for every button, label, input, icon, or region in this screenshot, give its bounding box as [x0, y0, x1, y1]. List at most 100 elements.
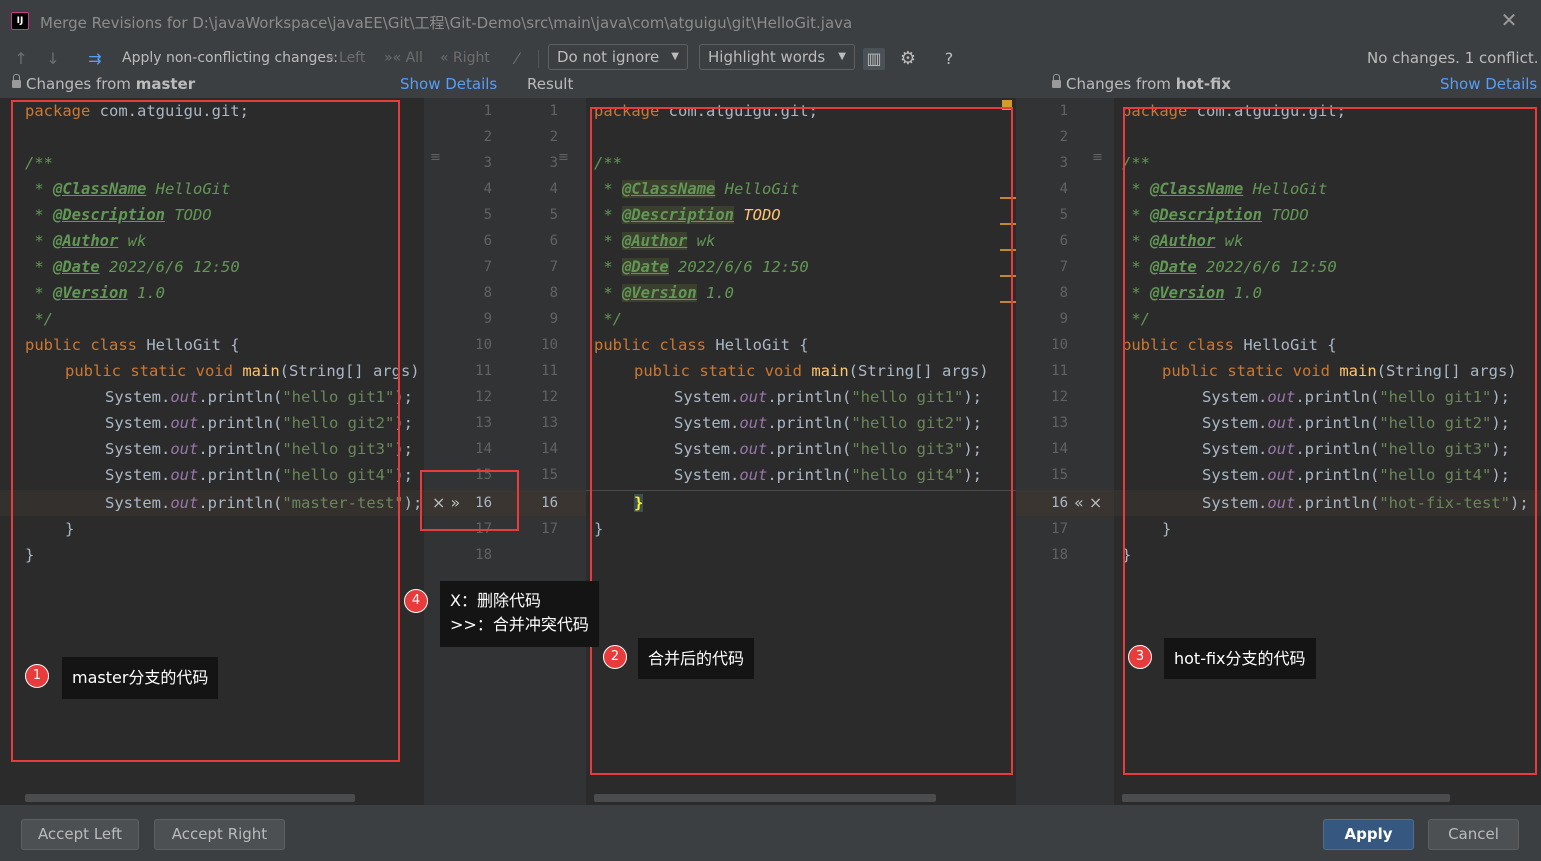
- accept-right-button[interactable]: Accept Right: [154, 819, 285, 850]
- line-number: 15: [1051, 467, 1068, 483]
- bottom-bar: Accept Left Accept Right Apply Cancel: [0, 805, 1541, 861]
- close-icon[interactable]: ✕: [1497, 8, 1521, 32]
- right-gutter: 1 2 3 4 5 6 7 8 9 10 11 12 13 14 15 16 17 18 ≡ « ×: [1016, 98, 1114, 805]
- line-number: 3: [549, 155, 558, 171]
- accept-left-button[interactable]: Accept Left: [21, 819, 139, 850]
- annotation-badge: 3: [1128, 645, 1152, 669]
- line-number: 10: [541, 337, 558, 353]
- line-number: 12: [475, 389, 492, 405]
- line-number: 10: [475, 337, 492, 353]
- apply-right-button[interactable]: « Right: [440, 44, 490, 73]
- next-difference-icon[interactable]: ↓: [42, 48, 64, 70]
- line-number: 9: [1059, 311, 1068, 327]
- line-number: 14: [1051, 441, 1068, 457]
- left-pane-title: Changes from master: [12, 73, 195, 98]
- conflict-action-icons[interactable]: « ×: [1074, 490, 1102, 516]
- cancel-button[interactable]: Cancel: [1428, 819, 1519, 850]
- line-number: 12: [541, 389, 558, 405]
- line-number: 4: [1059, 181, 1068, 197]
- result-pane-title: Result: [527, 75, 574, 93]
- line-number: 8: [549, 285, 558, 301]
- line-number: 7: [1059, 259, 1068, 275]
- line-number: 3: [1059, 155, 1068, 171]
- annotation-label-result: 合并后的代码: [638, 638, 755, 679]
- pane-headers: Changes from master Show Details Result …: [0, 73, 1541, 98]
- line-number: 14: [475, 441, 492, 457]
- line-number: 16: [1051, 495, 1068, 511]
- annotation-label-master: master分支的代码: [62, 657, 219, 699]
- previous-difference-icon[interactable]: ↑: [10, 48, 32, 70]
- line-number: 13: [475, 415, 492, 431]
- line-number: 4: [549, 181, 558, 197]
- apply-button[interactable]: Apply: [1323, 819, 1414, 850]
- help-icon[interactable]: ?: [938, 48, 960, 70]
- apply-all-button[interactable]: »« All: [384, 44, 423, 73]
- line-number: 8: [1059, 285, 1068, 301]
- lock-icon: [12, 74, 21, 88]
- result-horizontal-scrollbar[interactable]: [594, 794, 936, 802]
- line-number: 6: [1059, 233, 1068, 249]
- annotation-badge: 2: [603, 645, 627, 669]
- line-number: 11: [475, 363, 492, 379]
- title-bar: IJ Merge Revisions for D:\javaWorkspace\…: [0, 0, 1541, 44]
- line-number: 2: [483, 129, 492, 145]
- dropdown-arrow-icon: ▼: [671, 51, 679, 62]
- left-horizontal-scrollbar[interactable]: [25, 794, 355, 802]
- line-number: 1: [1059, 103, 1068, 119]
- fold-icon[interactable]: ≡: [1092, 150, 1103, 165]
- line-number: 4: [483, 181, 492, 197]
- annotation-badge: 1: [25, 664, 49, 688]
- line-number: 18: [475, 547, 492, 563]
- fold-icon[interactable]: ≡: [558, 150, 569, 165]
- line-number: 11: [541, 363, 558, 379]
- line-number: 6: [483, 233, 492, 249]
- apply-left-button[interactable]: » Left: [326, 44, 365, 73]
- synchronize-scrolling-icon[interactable]: ▥: [863, 48, 885, 70]
- apply-non-conflicting-label: Apply non-conflicting changes:: [122, 50, 339, 66]
- line-number: 12: [1051, 389, 1068, 405]
- line-number: 9: [483, 311, 492, 327]
- right-show-details-link[interactable]: Show Details: [1440, 73, 1537, 98]
- line-number: 2: [549, 129, 558, 145]
- line-number: 16: [541, 495, 558, 511]
- ignore-whitespace-select[interactable]: Do not ignore ▼: [548, 44, 688, 70]
- line-number: 13: [541, 415, 558, 431]
- window-title: Merge Revisions for D:\javaWorkspace\jav…: [40, 14, 853, 32]
- fold-icon[interactable]: ≡: [430, 150, 441, 165]
- line-number: 14: [541, 441, 558, 457]
- line-number: 1: [549, 103, 558, 119]
- line-number: 17: [1051, 521, 1068, 537]
- right-horizontal-scrollbar[interactable]: [1122, 794, 1450, 802]
- left-gutter: ≡ 1 2 3 4 5 6 7 8 9 10 11 12 13 14 15 16 17 18 × »: [424, 98, 528, 805]
- toolbar: ↑ ↓ ⇉ Apply non-conflicting changes: » L…: [0, 44, 1541, 73]
- double-chevron-left-icon: «: [440, 50, 454, 66]
- right-pane-title: Changes from hot-fix: [1052, 73, 1231, 98]
- gear-icon[interactable]: ⚙: [897, 48, 919, 70]
- merge-status-text: No changes. 1 conflict.: [1367, 49, 1539, 67]
- line-number: 3: [483, 155, 492, 171]
- magic-resolve-icon[interactable]: ⇉: [84, 48, 106, 70]
- double-chevron-both-icon: »«: [384, 50, 406, 66]
- line-number: 8: [483, 285, 492, 301]
- annotation-box-conflict-controls: [420, 470, 519, 531]
- annotation-label-hotfix: hot-fix分支的代码: [1164, 638, 1316, 679]
- line-number: 9: [549, 311, 558, 327]
- double-chevron-right-icon: »: [326, 50, 340, 66]
- line-number: 1: [483, 103, 492, 119]
- line-number: 10: [1051, 337, 1068, 353]
- annotation-badge: 4: [404, 589, 428, 613]
- annotation-label-controls: X：删除代码 >>：合并冲突代码: [440, 581, 599, 647]
- line-number: 11: [1051, 363, 1068, 379]
- line-number: 6: [549, 233, 558, 249]
- magic-wand-icon[interactable]: ⁄: [506, 48, 528, 70]
- line-number: 17: [541, 521, 558, 537]
- highlight-mode-select[interactable]: Highlight words ▼: [699, 44, 855, 70]
- line-number: 15: [541, 467, 558, 483]
- left-show-details-link[interactable]: Show Details: [400, 73, 497, 98]
- intellij-logo-icon: IJ: [11, 12, 29, 30]
- dropdown-arrow-icon: ▼: [838, 51, 846, 62]
- line-number: 5: [1059, 207, 1068, 223]
- line-number: 13: [1051, 415, 1068, 431]
- line-number: 7: [483, 259, 492, 275]
- line-number: 7: [549, 259, 558, 275]
